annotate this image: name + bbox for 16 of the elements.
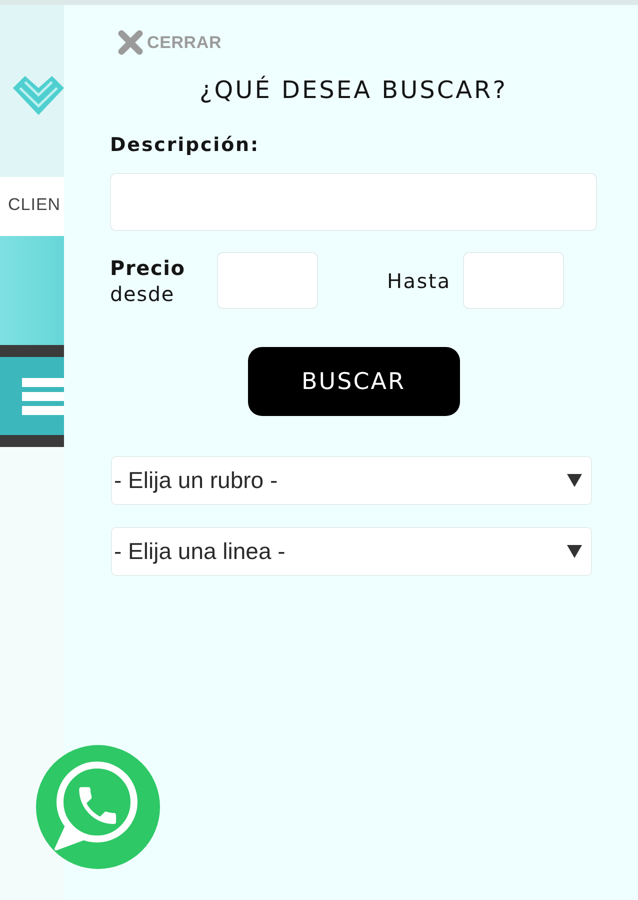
description-label: Descripción:: [110, 133, 260, 157]
chat-bubble-phone-icon[interactable]: [36, 745, 160, 869]
heart-logo-icon: [13, 75, 64, 115]
close-icon: [118, 30, 143, 55]
menu-icon[interactable]: [22, 378, 64, 414]
search-button[interactable]: BUSCAR: [248, 347, 460, 416]
price-to-field[interactable]: [462, 252, 564, 309]
caret-icon: [567, 474, 582, 487]
dropdown-select[interactable]: - Elija un rubro -: [111, 456, 592, 505]
price-from-field[interactable]: [217, 252, 318, 309]
price-to-label: Hasta: [387, 268, 451, 292]
description-input-field[interactable]: [110, 173, 597, 231]
price-from-label: Precio desde: [110, 254, 186, 306]
panel-title: ¿QUÉ DESEA BUSCAR?: [198, 75, 508, 105]
caret-icon: [567, 545, 582, 558]
dropdown-select[interactable]: - Elija una linea -: [111, 527, 592, 576]
